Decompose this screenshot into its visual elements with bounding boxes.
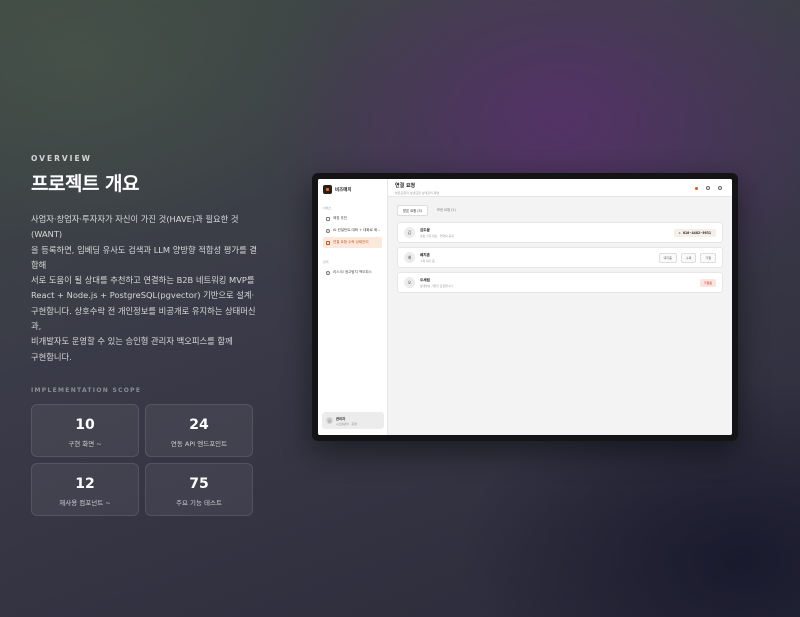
description-line: 비개발자도 운영할 수 있는 승인형 관리자 백오피스를 함께 [31, 336, 233, 347]
phone-number: ☏ 010-4482-9931 [673, 228, 716, 237]
app-screen: 비즈매치 서비스 매칭 추천 AI 컨설턴트 대화 + 대화로 매... 연결 … [318, 179, 732, 435]
shield-icon [326, 270, 330, 275]
request-status-text: 상호 수락 완료 · 연락처 공개 [420, 233, 454, 238]
overview-section: OVERVIEW 프로젝트 개요 사업자·창업자·투자자가 자신이 가진 것(H… [31, 154, 261, 516]
requester-name: 오세림 [420, 277, 430, 282]
brand-logo-icon [323, 185, 332, 194]
request-tabs: 받은 요청 (3) 보낸 요청 (2) [397, 205, 732, 216]
inbox-icon [326, 240, 330, 245]
brand[interactable]: 비즈매치 [323, 185, 382, 194]
tab-received[interactable]: 받은 요청 (3) [397, 205, 428, 216]
stat-value: 12 [75, 475, 95, 492]
app-main: 연결 요청 받은요청과 보낸요청 상태관리 화면 받은 요청 (3) 보낸 요청… [388, 179, 732, 435]
sidebar-item-backoffice[interactable]: 리스크/ 광고탐지 백오피스 [323, 267, 382, 278]
stat-value: 24 [189, 416, 209, 433]
description-line: React + Node.js + PostgreSQL(pgvector) 기… [31, 290, 255, 301]
list-item[interactable]: 오 오세림 상대방이 거절한 요청입니다 거절됨 [397, 272, 723, 293]
avatar: 오 [404, 277, 415, 288]
stat-label: 재사용 컴포넌트 ~ [59, 498, 111, 507]
sidebar-item-label: 리스크/ 광고탐지 백오피스 [333, 270, 372, 274]
screen-title: 연결 요청 [395, 183, 416, 189]
sidebar-item-ai-chat[interactable]: AI 컨설턴트 대화 + 대화로 매... [323, 225, 382, 236]
sidebar-item-matching[interactable]: 매칭 추천 [323, 213, 382, 224]
sidebar-item-label: 매칭 추천 [333, 216, 347, 220]
description-line: 을 등록하면, 임베딩 유사도 검색과 LLM 양방향 적합성 평가를 결합해 [31, 244, 257, 270]
status-badge: 거절됨 [699, 278, 716, 287]
sidebar-section-title: 서비스 [323, 206, 332, 210]
avatar: 관 [326, 417, 333, 424]
page-title: 프로젝트 개요 [31, 173, 140, 195]
request-status-text: 수락 대기 중 [420, 258, 435, 263]
list-item[interactable]: 김 김도윤 상호 수락 완료 · 연락처 공개 ☏ 010-4482-9931 [397, 222, 723, 243]
brand-name: 비즈매치 [335, 187, 352, 193]
request-status-text: 상대방이 거절한 요청입니다 [420, 283, 453, 288]
stat-card-tests: 75 주요 기능 테스트 [145, 462, 253, 516]
app-sidebar: 비즈매치 서비스 매칭 추천 AI 컨설턴트 대화 + 대화로 매... 연결 … [318, 179, 388, 435]
chat-icon [326, 228, 330, 233]
pending-badge: 대기중 [658, 252, 677, 263]
description-line: 구현합니다. 상호수락 전 개인정보를 비공개로 유지하는 상태머신과, [31, 305, 256, 332]
stat-card-screens: 10 구현 화면 ~ [31, 403, 139, 457]
stat-value: 75 [189, 475, 209, 492]
phone-value: 010-4482-9931 [682, 230, 711, 235]
sidebar-section-title: 관리 [323, 260, 329, 264]
stat-card-components: 12 재사용 컴포넌트 ~ [31, 462, 139, 516]
scope-label: IMPLEMENTATION SCOPE [31, 386, 142, 394]
gear-icon[interactable] [718, 186, 722, 190]
description-line: 구현합니다. [31, 351, 72, 362]
user-name: 관리자 [336, 416, 346, 421]
sidebar-item-label: 연결 요청 수락 상태관리 [333, 240, 369, 244]
stat-label: 구현 화면 ~ [68, 439, 102, 448]
stat-label: 연동 API 엔드포인트 [170, 439, 228, 448]
screen-subtitle: 받은요청과 보낸요청 상태관리 화면 [395, 191, 440, 195]
avatar: 김 [404, 227, 415, 238]
topbar: 연결 요청 받은요청과 보낸요청 상태관리 화면 [388, 179, 732, 197]
accept-button[interactable]: 수락 [680, 252, 697, 263]
laptop-mockup: 비즈매치 서비스 매칭 추천 AI 컨설턴트 대화 + 대화로 매... 연결 … [312, 173, 738, 441]
topbar-actions [695, 186, 722, 190]
list-item[interactable]: 배 배지훈 수락 대기 중 대기중 수락 거절 [397, 247, 723, 268]
avatar: 배 [404, 252, 415, 263]
sidebar-item-label: AI 컨설턴트 대화 + 대화로 매... [333, 228, 381, 232]
request-list: 김 김도윤 상호 수락 완료 · 연락처 공개 ☏ 010-4482-9931 … [397, 222, 723, 293]
description-line: 서로 도움이 될 상대를 추천하고 연결하는 B2B 네트워킹 MVP를 [31, 275, 255, 286]
reject-button[interactable]: 거절 [700, 252, 716, 263]
user-role: 시스템관리 · 운영 [336, 421, 357, 426]
stat-label: 주요 기능 테스트 [176, 498, 222, 507]
user-card[interactable]: 관 관리자 시스템관리 · 운영 [322, 412, 384, 429]
stat-value: 10 [75, 416, 95, 433]
requester-name: 김도윤 [420, 227, 430, 232]
stat-card-api: 24 연동 API 엔드포인트 [145, 403, 253, 457]
project-description: 사업자·창업자·투자자가 자신이 가진 것(HAVE)과 필요한 것(WANT)… [31, 212, 263, 365]
stats-grid: 10 구현 화면 ~ 24 연동 API 엔드포인트 12 재사용 컴포넌트 ~… [31, 403, 261, 516]
tab-sent[interactable]: 보낸 요청 (2) [432, 205, 461, 216]
eyebrow-label: OVERVIEW [31, 154, 92, 163]
requester-name: 배지훈 [420, 252, 430, 257]
sidebar-item-requests[interactable]: 연결 요청 수락 상태관리 [323, 237, 382, 248]
notification-dot-icon [695, 186, 698, 190]
bell-icon[interactable] [706, 186, 710, 190]
link-icon [326, 216, 330, 221]
description-line: 사업자·창업자·투자자가 자신이 가진 것(HAVE)과 필요한 것(WANT) [31, 214, 239, 240]
